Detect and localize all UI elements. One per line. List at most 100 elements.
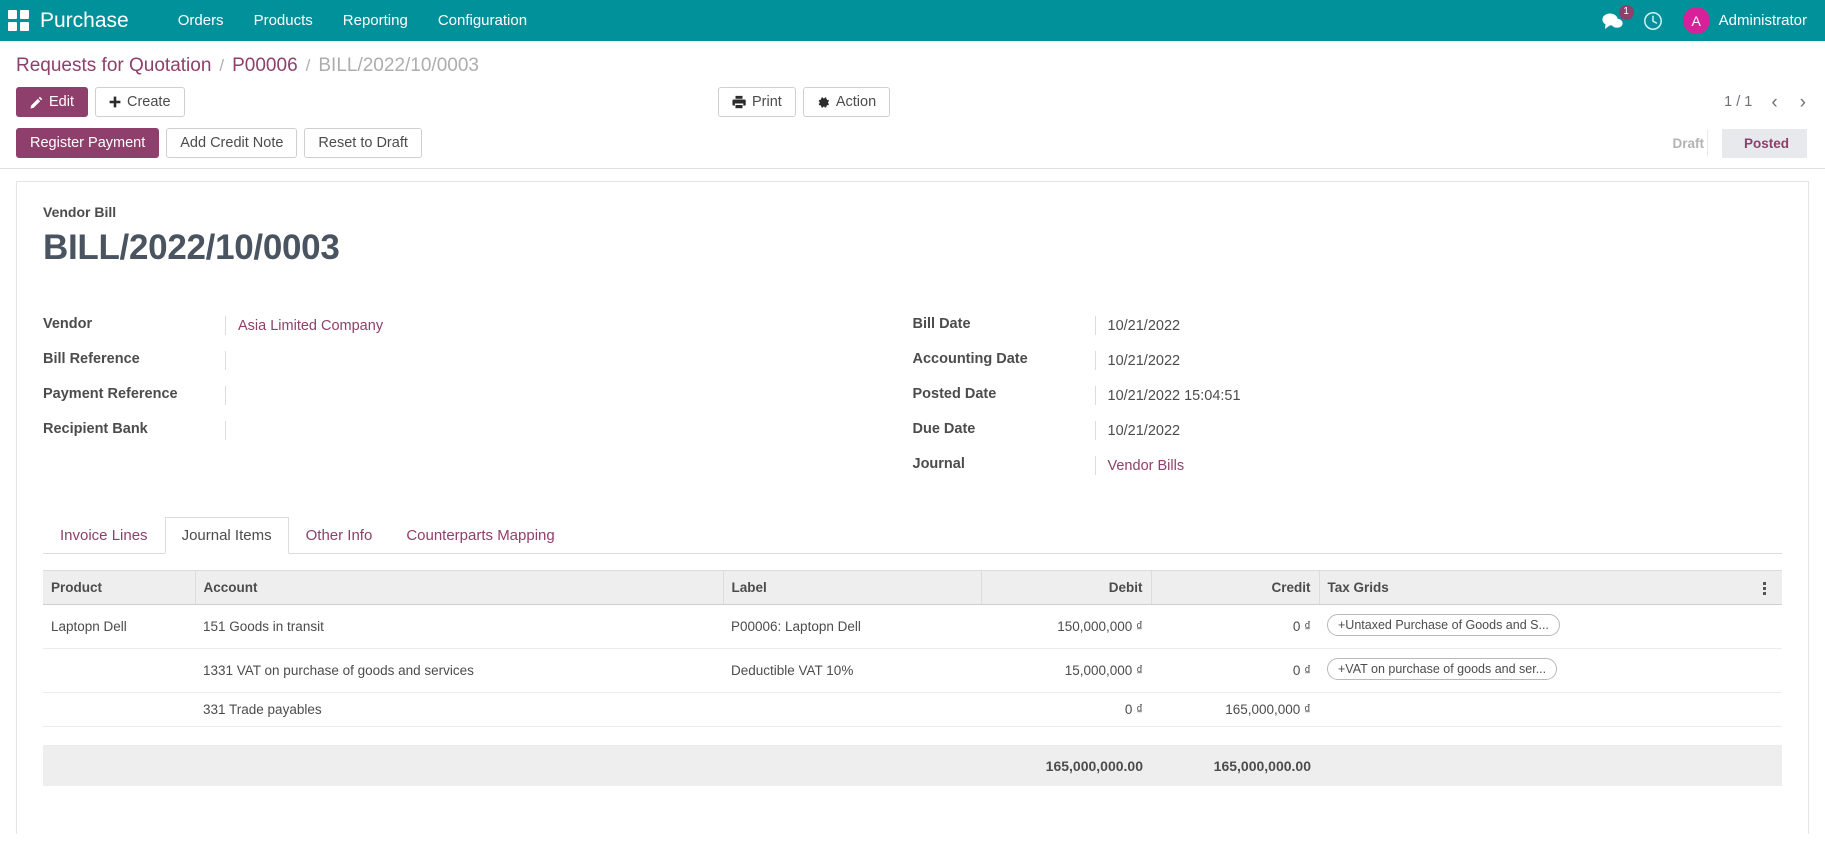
status-step-posted[interactable]: Posted <box>1706 128 1807 158</box>
cell-credit[interactable]: 0 ₫ <box>1151 604 1319 649</box>
cell-product[interactable] <box>43 648 195 693</box>
cell-label[interactable]: P00006: Laptopn Dell <box>723 604 981 649</box>
record-actions: Edit Create <box>16 87 185 117</box>
chevron-left-icon[interactable]: ‹ <box>1768 93 1780 112</box>
tab-counterparts-mapping[interactable]: Counterparts Mapping <box>389 517 571 554</box>
field-posted-date-value: 10/21/2022 15:04:51 <box>1094 386 1723 405</box>
column-header-tax-grids[interactable]: Tax Grids <box>1318 570 1748 605</box>
breadcrumb-separator: / <box>219 56 225 75</box>
cell-account[interactable]: 331 Trade payables <box>195 692 723 727</box>
cell-product[interactable]: Laptopn Dell <box>43 604 195 649</box>
cell-label[interactable]: Deductible VAT 10% <box>723 648 981 693</box>
tab-journal-items[interactable]: Journal Items <box>164 517 289 554</box>
register-payment-button[interactable]: Register Payment <box>16 128 160 158</box>
field-recipient-bank-value[interactable] <box>225 421 853 440</box>
pencil-icon <box>30 96 43 109</box>
cell-credit[interactable]: 0 ₫ <box>1151 648 1319 693</box>
cell-row-options <box>1748 604 1782 649</box>
cell-debit[interactable]: 0 ₫ <box>981 692 1151 727</box>
optional-columns-icon[interactable] <box>1748 570 1782 605</box>
field-due-date-label: Due Date <box>912 421 976 437</box>
field-vendor-value[interactable]: Asia Limited Company <box>238 318 383 334</box>
cell-tax-grids[interactable]: +VAT on purchase of goods and ser... <box>1319 648 1748 693</box>
action-button-label: Action <box>835 94 877 110</box>
cell-debit[interactable]: 15,000,000 ₫ <box>981 648 1151 693</box>
tax-grid-badge: +Untaxed Purchase of Goods and S... <box>1327 614 1560 636</box>
clock-icon[interactable] <box>1643 11 1663 31</box>
field-journal-value[interactable]: Vendor Bills <box>1108 458 1185 474</box>
pager: 1 / 1 ‹ › <box>1724 93 1809 112</box>
field-vendor: Vendor Asia Limited Company <box>43 316 853 335</box>
tab-other-info[interactable]: Other Info <box>289 517 390 554</box>
field-bill-date-label: Bill Date <box>912 316 971 332</box>
pager-value: 1 / 1 <box>1724 94 1753 110</box>
cell-account[interactable]: 1331 VAT on purchase of goods and servic… <box>195 648 723 693</box>
field-accounting-date: Accounting Date 10/21/2022 <box>913 351 1723 370</box>
column-header-credit[interactable]: Credit <box>1150 570 1319 605</box>
cell-tax-grids[interactable] <box>1319 692 1748 727</box>
table-row[interactable]: Laptopn Dell 151 Goods in transit P00006… <box>43 604 1782 649</box>
control-panel: Edit Create Print Action 1 / 1 ‹ › <box>0 87 1825 128</box>
document-type-label: Vendor Bill <box>43 204 117 220</box>
field-payment-reference-value[interactable] <box>225 386 853 405</box>
table-row[interactable]: 331 Trade payables 0 ₫ 165,000,000 ₫ <box>43 692 1782 727</box>
create-button[interactable]: Create <box>95 87 185 117</box>
chevron-right-icon[interactable]: › <box>1797 93 1809 112</box>
field-bill-reference: Bill Reference <box>43 351 853 370</box>
print-action-group: Print Action <box>718 87 891 117</box>
table-row[interactable]: 1331 VAT on purchase of goods and servic… <box>43 648 1782 693</box>
edit-button-label: Edit <box>49 94 74 110</box>
field-posted-date-label: Posted Date <box>912 386 997 402</box>
table-spacer-row <box>43 726 1782 746</box>
column-header-debit[interactable]: Debit <box>980 570 1151 605</box>
form-group-right: Bill Date 10/21/2022 Accounting Date 10/… <box>913 316 1783 491</box>
app-brand-purchase[interactable]: Purchase <box>40 9 129 33</box>
plus-icon <box>109 96 121 108</box>
breadcrumb: Requests for Quotation / P00006 / BILL/2… <box>0 41 1825 87</box>
form-sheet: Vendor Bill BILL/2022/10/0003 Vendor Asi… <box>16 181 1809 834</box>
add-credit-note-button[interactable]: Add Credit Note <box>166 128 298 158</box>
menu-item-configuration[interactable]: Configuration <box>423 2 542 39</box>
field-due-date-value[interactable]: 10/21/2022 <box>1094 421 1723 440</box>
cell-tax-grids[interactable]: +Untaxed Purchase of Goods and S... <box>1319 604 1748 649</box>
breadcrumb-item-requests-for-quotation[interactable]: Requests for Quotation <box>16 55 211 77</box>
cell-account[interactable]: 151 Goods in transit <box>195 604 723 649</box>
user-menu[interactable]: A Administrator <box>1682 7 1807 34</box>
column-header-product[interactable]: Product <box>43 570 195 605</box>
cell-row-options <box>1748 648 1782 693</box>
cell-product[interactable] <box>43 692 195 727</box>
print-button-label: Print <box>752 94 782 110</box>
status-steps: Draft Posted <box>1650 128 1825 158</box>
apps-grid-icon[interactable] <box>8 9 30 32</box>
breadcrumb-item-p00006[interactable]: P00006 <box>232 55 298 77</box>
field-payment-reference: Payment Reference <box>43 386 853 405</box>
column-header-account[interactable]: Account <box>194 570 723 605</box>
field-vendor-label: Vendor <box>43 316 93 332</box>
field-posted-date: Posted Date 10/21/2022 15:04:51 <box>913 386 1723 405</box>
statusbar: Register Payment Add Credit Note Reset t… <box>0 128 1825 169</box>
sheet-background: Vendor Bill BILL/2022/10/0003 Vendor Asi… <box>0 169 1825 834</box>
column-header-label[interactable]: Label <box>722 570 981 605</box>
action-button[interactable]: Action <box>802 87 891 117</box>
reset-to-draft-button[interactable]: Reset to Draft <box>304 128 422 158</box>
menu-item-products[interactable]: Products <box>239 2 328 39</box>
menu-item-reporting[interactable]: Reporting <box>328 2 423 39</box>
print-button[interactable]: Print <box>718 87 796 117</box>
cell-label[interactable] <box>723 692 981 727</box>
field-bill-date-value[interactable]: 10/21/2022 <box>1094 316 1723 335</box>
cell-row-options <box>1748 692 1782 727</box>
edit-button[interactable]: Edit <box>16 87 88 117</box>
field-due-date: Due Date 10/21/2022 <box>913 421 1723 440</box>
field-payment-reference-label: Payment Reference <box>43 386 178 402</box>
menu-item-orders[interactable]: Orders <box>163 2 239 39</box>
tax-grid-badge: +VAT on purchase of goods and ser... <box>1327 658 1558 680</box>
journal-items-list: Product Account Label Debit Credit Tax G… <box>43 570 1782 786</box>
printer-icon <box>732 95 746 109</box>
field-accounting-date-value[interactable]: 10/21/2022 <box>1094 351 1723 370</box>
messages-icon[interactable]: 1 <box>1602 4 1634 30</box>
field-journal-label: Journal <box>912 456 965 472</box>
field-bill-reference-value[interactable] <box>225 351 853 370</box>
cell-debit[interactable]: 150,000,000 ₫ <box>981 604 1151 649</box>
cell-credit[interactable]: 165,000,000 ₫ <box>1151 692 1319 727</box>
tab-invoice-lines[interactable]: Invoice Lines <box>43 517 165 554</box>
